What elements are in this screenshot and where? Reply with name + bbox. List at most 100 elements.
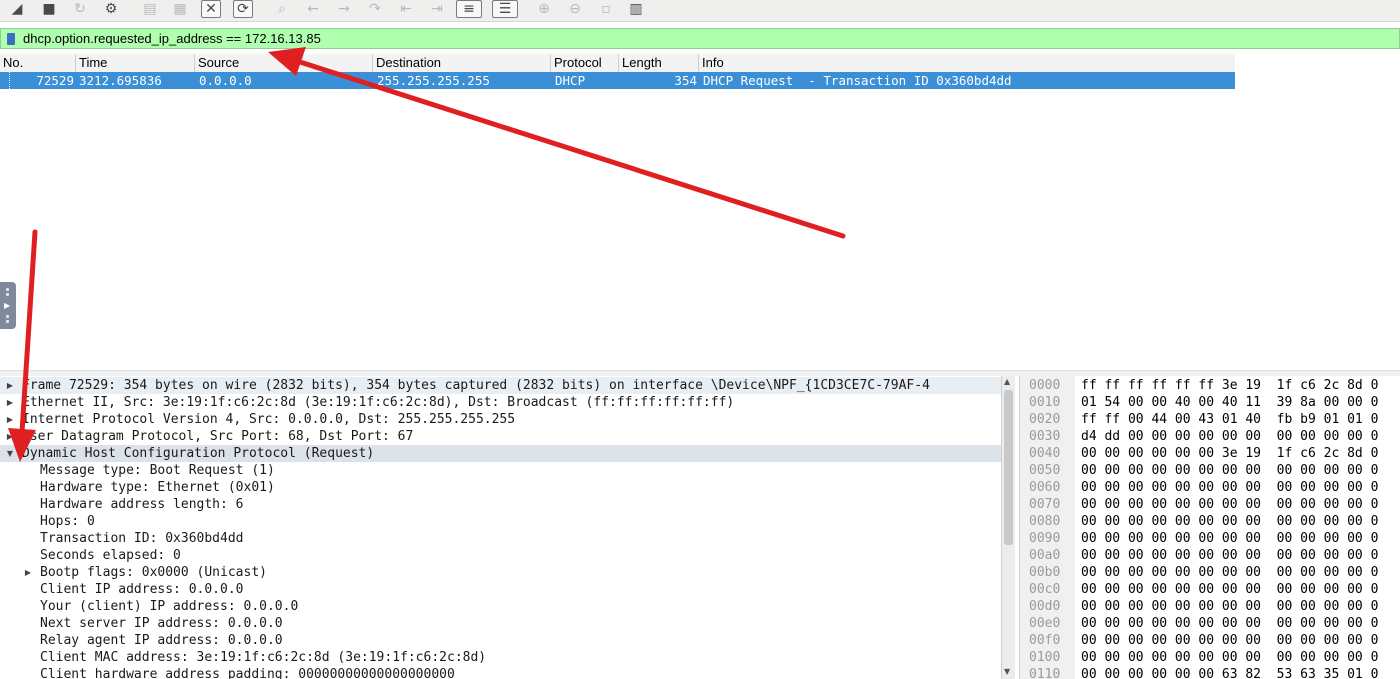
collapsed-arrow-icon[interactable]: ▶ bbox=[23, 564, 33, 581]
byte-hex-row[interactable]: 00 00 00 00 00 00 00 00 00 00 00 00 0 bbox=[1081, 581, 1378, 598]
zoom-out-icon[interactable]: ⊖ bbox=[565, 0, 585, 18]
byte-hex-row[interactable]: ff ff ff ff ff ff 3e 19 1f c6 2c 8d 0 bbox=[1081, 377, 1378, 394]
byte-hex-row[interactable]: 00 00 00 00 00 00 00 00 00 00 00 00 0 bbox=[1081, 547, 1378, 564]
protocol-tree-item[interactable]: ▼ Dynamic Host Configuration Protocol (Re… bbox=[0, 445, 1001, 462]
byte-hex-row[interactable]: 00 00 00 00 00 00 00 00 00 00 00 00 0 bbox=[1081, 513, 1378, 530]
byte-hex-row[interactable]: 00 00 00 00 00 00 00 00 00 00 00 00 0 bbox=[1081, 615, 1378, 632]
field-tree-item[interactable]: ▶ Bootp flags: 0x0000 (Unicast) bbox=[0, 564, 1001, 581]
byte-hex-row[interactable]: 00 00 00 00 00 00 00 00 00 00 00 00 0 bbox=[1081, 496, 1378, 513]
column-header-time[interactable]: Time bbox=[76, 54, 195, 72]
tree-item-text: Hardware type: Ethernet (0x01) bbox=[40, 480, 275, 495]
packet-source: 0.0.0.0 bbox=[199, 73, 252, 88]
scroll-down-icon[interactable]: ▼ bbox=[1004, 667, 1010, 676]
go-to-packet-icon[interactable]: ↷ bbox=[365, 0, 385, 18]
scrollbar-thumb[interactable] bbox=[1004, 390, 1013, 545]
byte-hex-row[interactable]: 00 00 00 00 00 00 3e 19 1f c6 2c 8d 0 bbox=[1081, 445, 1378, 462]
field-tree-item[interactable]: Transaction ID: 0x360bd4dd bbox=[0, 530, 1001, 547]
scroll-up-icon[interactable]: ▲ bbox=[1004, 377, 1010, 386]
byte-hex-row[interactable]: 01 54 00 00 40 00 40 11 39 8a 00 00 0 bbox=[1081, 394, 1378, 411]
byte-hex-row[interactable]: 00 00 00 00 00 00 00 00 00 00 00 00 0 bbox=[1081, 598, 1378, 615]
details-scrollbar[interactable]: ▲ ▼ bbox=[1001, 376, 1015, 679]
column-header-length[interactable]: Length bbox=[619, 54, 699, 72]
field-tree-item[interactable]: Your (client) IP address: 0.0.0.0 bbox=[0, 598, 1001, 615]
column-header-destination[interactable]: Destination bbox=[373, 54, 551, 72]
field-tree-item[interactable]: Hops: 0 bbox=[0, 513, 1001, 530]
byte-offset: 0090 bbox=[1029, 531, 1061, 546]
protocol-tree-item[interactable]: ▶ Frame 72529: 354 bytes on wire (2832 bi… bbox=[0, 377, 1001, 394]
packet-row-selected[interactable]: 72529 3212.695836 0.0.0.0 255.255.255.25… bbox=[0, 72, 1235, 89]
field-tree-item[interactable]: Hardware address length: 6 bbox=[0, 496, 1001, 513]
bookmark-icon[interactable] bbox=[4, 30, 18, 47]
stop-square-icon[interactable]: ■ bbox=[39, 0, 59, 18]
column-header-no[interactable]: No. bbox=[0, 54, 76, 72]
tree-item-text: Client IP address: 0.0.0.0 bbox=[40, 582, 244, 597]
byte-offset: 00c0 bbox=[1029, 582, 1061, 597]
column-header-info[interactable]: Info bbox=[699, 54, 1235, 72]
byte-hex-row[interactable]: 00 00 00 00 00 00 00 00 00 00 00 00 0 bbox=[1081, 632, 1378, 649]
display-filter-input[interactable]: dhcp.option.requested_ip_address == 172.… bbox=[23, 31, 321, 46]
zoom-in-icon[interactable]: ⊕ bbox=[534, 0, 554, 18]
auto-scroll-icon[interactable]: ≡ bbox=[456, 0, 482, 18]
byte-hex-row[interactable]: 00 00 00 00 00 00 00 00 00 00 00 00 0 bbox=[1081, 564, 1378, 581]
byte-hex-row[interactable]: 00 00 00 00 00 00 00 00 00 00 00 00 0 bbox=[1081, 649, 1378, 666]
byte-offset: 0100 bbox=[1029, 650, 1061, 665]
colorize-icon[interactable]: ☰ bbox=[492, 0, 518, 18]
restart-capture-icon[interactable]: ↻ bbox=[70, 0, 90, 18]
open-file-icon[interactable]: ▤ bbox=[140, 0, 160, 18]
collapsed-arrow-icon[interactable]: ▶ bbox=[5, 411, 15, 428]
go-forward-icon[interactable]: → bbox=[334, 0, 354, 18]
go-first-icon[interactable]: ⇤ bbox=[396, 0, 416, 18]
protocol-tree-item[interactable]: ▶ Ethernet II, Src: 3e:19:1f:c6:2c:8d (3e… bbox=[0, 394, 1001, 411]
byte-offset: 0050 bbox=[1029, 463, 1061, 478]
field-tree-item[interactable]: Next server IP address: 0.0.0.0 bbox=[0, 615, 1001, 632]
byte-hex-row[interactable]: 00 00 00 00 00 00 00 00 00 00 00 00 0 bbox=[1081, 479, 1378, 496]
expand-arrow-icon: ▶ bbox=[4, 301, 11, 310]
packet-info: DHCP Request - Transaction ID 0x360bd4dd bbox=[703, 73, 1012, 88]
byte-offset: 0060 bbox=[1029, 480, 1061, 495]
tree-item-text: Bootp flags: 0x0000 (Unicast) bbox=[40, 565, 267, 580]
column-header-source[interactable]: Source bbox=[195, 54, 373, 72]
byte-hex-row[interactable]: 00 00 00 00 00 00 00 00 00 00 00 00 0 bbox=[1081, 462, 1378, 479]
byte-offset: 0000 bbox=[1029, 378, 1061, 393]
column-header-protocol[interactable]: Protocol bbox=[551, 54, 619, 72]
expanded-arrow-icon[interactable]: ▼ bbox=[5, 445, 15, 462]
field-tree-item[interactable]: Hardware type: Ethernet (0x01) bbox=[0, 479, 1001, 496]
tree-item-text: Seconds elapsed: 0 bbox=[40, 548, 181, 563]
collapsed-arrow-icon[interactable]: ▶ bbox=[5, 377, 15, 394]
save-file-icon[interactable]: ▦ bbox=[170, 0, 190, 18]
packet-list-header: No. Time Source Destination Protocol Len… bbox=[0, 54, 1235, 72]
sidebar-toggle-handle[interactable]: ▶ bbox=[0, 282, 16, 329]
go-back-icon[interactable]: ← bbox=[303, 0, 323, 18]
go-last-icon[interactable]: ⇥ bbox=[427, 0, 447, 18]
field-tree-item[interactable]: Seconds elapsed: 0 bbox=[0, 547, 1001, 564]
main-toolbar: ◢ ■ ↻ ⚙ ▤ ▦ ✕ ⟳ ⌕ ← → ↷ ⇤ ⇥ ≡ ☰ ⊕ ⊖ ▫ ▥ bbox=[0, 0, 1400, 22]
byte-hex-row[interactable]: 00 00 00 00 00 00 63 82 53 63 35 01 0 bbox=[1081, 666, 1378, 679]
byte-offset: 0030 bbox=[1029, 429, 1061, 444]
collapsed-arrow-icon[interactable]: ▶ bbox=[5, 394, 15, 411]
shark-fin-icon[interactable]: ◢ bbox=[7, 0, 27, 18]
packet-protocol: DHCP bbox=[555, 73, 586, 88]
protocol-tree-item[interactable]: ▶ User Datagram Protocol, Src Port: 68, D… bbox=[0, 428, 1001, 445]
protocol-tree-item[interactable]: ▶ Internet Protocol Version 4, Src: 0.0.0… bbox=[0, 411, 1001, 428]
byte-hex-row[interactable]: d4 dd 00 00 00 00 00 00 00 00 00 00 0 bbox=[1081, 428, 1378, 445]
field-tree-item[interactable]: Client IP address: 0.0.0.0 bbox=[0, 581, 1001, 598]
byte-hex-row[interactable]: 00 00 00 00 00 00 00 00 00 00 00 00 0 bbox=[1081, 530, 1378, 547]
packet-bytes-pane: 0000 ff ff ff ff ff ff 3e 19 1f c6 2c 8d … bbox=[1019, 376, 1400, 679]
close-file-icon[interactable]: ✕ bbox=[201, 0, 221, 18]
field-tree-item[interactable]: Message type: Boot Request (1) bbox=[0, 462, 1001, 479]
tree-item-text: Relay agent IP address: 0.0.0.0 bbox=[40, 633, 283, 648]
field-tree-item[interactable]: Client MAC address: 3e:19:1f:c6:2c:8d (3… bbox=[0, 649, 1001, 666]
tree-item-text: Internet Protocol Version 4, Src: 0.0.0.… bbox=[22, 412, 516, 427]
find-packet-icon[interactable]: ⌕ bbox=[272, 0, 292, 18]
packet-length: 354 bbox=[674, 73, 697, 88]
capture-options-gear-icon[interactable]: ⚙ bbox=[101, 0, 121, 18]
byte-offset: 0080 bbox=[1029, 514, 1061, 529]
reload-file-icon[interactable]: ⟳ bbox=[233, 0, 253, 18]
field-tree-item[interactable]: Relay agent IP address: 0.0.0.0 bbox=[0, 632, 1001, 649]
resize-columns-icon[interactable]: ▥ bbox=[626, 0, 646, 18]
byte-hex-row[interactable]: ff ff 00 44 00 43 01 40 fb b9 01 01 0 bbox=[1081, 411, 1378, 428]
collapsed-arrow-icon[interactable]: ▶ bbox=[5, 428, 15, 445]
display-filter-bar[interactable]: dhcp.option.requested_ip_address == 172.… bbox=[0, 28, 1400, 49]
normal-size-icon[interactable]: ▫ bbox=[596, 0, 616, 18]
field-tree-item[interactable]: Client hardware address padding: 0000000… bbox=[0, 666, 1001, 679]
